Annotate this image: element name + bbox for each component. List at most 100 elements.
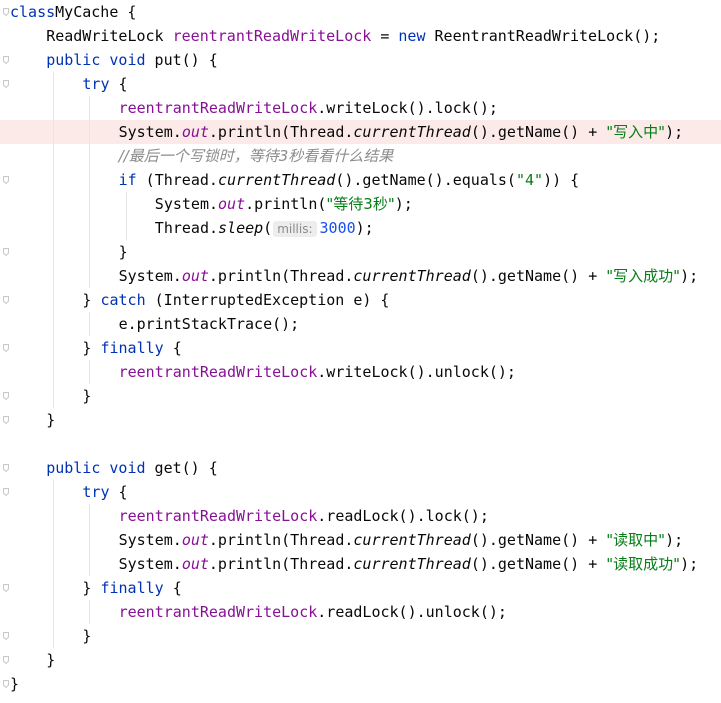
code-token: .writeLock().unlock(); xyxy=(317,363,516,381)
code-token: catch xyxy=(100,291,146,309)
fold-marker-icon[interactable] xyxy=(3,296,9,304)
fold-marker-icon[interactable] xyxy=(3,584,9,592)
indent-guide xyxy=(53,576,55,600)
code-line[interactable]: ReadWriteLock reentrantReadWriteLock = n… xyxy=(0,24,721,48)
indent-guide xyxy=(89,504,91,528)
code-token: void xyxy=(109,51,146,69)
code-line[interactable]: reentrantReadWriteLock.readLock().lock()… xyxy=(0,504,721,528)
indent-guide xyxy=(53,240,55,264)
code-token: sleep xyxy=(218,219,264,237)
code-token: out xyxy=(181,267,209,285)
indent-guide xyxy=(53,264,55,288)
fold-marker-icon[interactable] xyxy=(3,392,9,400)
code-token: reentrantReadWriteLock xyxy=(172,27,372,45)
code-line[interactable]: e.printStackTrace(); xyxy=(0,312,721,336)
code-line[interactable]: } xyxy=(0,408,721,432)
code-token: public xyxy=(46,459,101,477)
code-line[interactable]: try { xyxy=(0,480,721,504)
code-token: ReadWriteLock xyxy=(46,27,173,45)
code-token: "读取成功" xyxy=(606,555,681,573)
code-line[interactable]: reentrantReadWriteLock.writeLock().lock(… xyxy=(0,96,721,120)
code-line[interactable]: } catch (InterruptedException e) { xyxy=(0,288,721,312)
code-token: } xyxy=(82,291,101,309)
indent-guide xyxy=(53,480,55,504)
fold-marker-icon[interactable] xyxy=(3,344,9,352)
code-token: finally xyxy=(100,579,164,597)
code-token: currentThread xyxy=(217,171,336,189)
indent-guide xyxy=(89,168,91,192)
code-line[interactable]: reentrantReadWriteLock.readLock().unlock… xyxy=(0,600,721,624)
indent-guide xyxy=(53,288,55,312)
fold-marker-icon[interactable] xyxy=(3,56,9,64)
code-line[interactable]: } xyxy=(0,384,721,408)
fold-marker-icon[interactable] xyxy=(3,680,9,688)
code-token: ().getName() + xyxy=(470,555,607,573)
code-line[interactable]: } xyxy=(0,240,721,264)
code-line[interactable]: } finally { xyxy=(0,576,721,600)
code-token: finally xyxy=(100,339,164,357)
code-token: )) { xyxy=(543,171,580,189)
fold-marker-icon[interactable] xyxy=(3,248,9,256)
code-token: .writeLock().lock(); xyxy=(317,99,498,117)
code-line[interactable]: public void put() { xyxy=(0,48,721,72)
parameter-hint: millis: xyxy=(273,221,317,237)
fold-marker-icon[interactable] xyxy=(3,488,9,496)
indent-guide xyxy=(89,120,91,144)
code-token: out xyxy=(181,531,209,549)
code-line[interactable]: public void get() { xyxy=(0,456,721,480)
indent-guide xyxy=(89,96,91,120)
code-editor[interactable]: classMyCache {ReadWriteLock reentrantRea… xyxy=(0,0,721,703)
indent-guide xyxy=(53,360,55,384)
code-token: System. xyxy=(118,531,182,549)
fold-marker-icon[interactable] xyxy=(3,176,9,184)
code-line[interactable]: System.out.println("等待3秒"); xyxy=(0,192,721,216)
code-token: 3000 xyxy=(319,219,356,237)
indent-guide xyxy=(53,528,55,552)
indent-guide xyxy=(53,384,55,408)
indent-guide xyxy=(53,504,55,528)
code-token: } xyxy=(118,243,128,261)
fold-marker-icon[interactable] xyxy=(3,656,9,664)
code-line[interactable]: //最后一个写锁时，等待3秒看看什么结果 xyxy=(0,144,721,168)
code-text: } catch (InterruptedException e) { xyxy=(82,288,389,312)
code-token: "等待3秒" xyxy=(326,195,395,213)
code-line[interactable]: System.out.println(Thread.currentThread(… xyxy=(0,528,721,552)
code-token: e.printStackTrace(); xyxy=(118,315,300,333)
code-line[interactable]: if (Thread.currentThread().getName().equ… xyxy=(0,168,721,192)
code-token: try xyxy=(82,483,110,501)
code-text: } xyxy=(46,648,55,672)
code-line[interactable]: System.out.println(Thread.currentThread(… xyxy=(0,120,721,144)
code-token: = xyxy=(371,27,399,45)
indent-guide xyxy=(125,192,127,216)
code-line[interactable] xyxy=(0,432,721,456)
fold-marker-icon[interactable] xyxy=(3,464,9,472)
fold-marker-icon[interactable] xyxy=(3,80,9,88)
code-line[interactable]: reentrantReadWriteLock.writeLock().unloc… xyxy=(0,360,721,384)
indent-guide xyxy=(89,144,91,168)
code-token: out xyxy=(181,123,209,141)
code-line[interactable]: System.out.println(Thread.currentThread(… xyxy=(0,552,721,576)
code-token: reentrantReadWriteLock xyxy=(118,363,318,381)
code-line[interactable]: Thread.sleep(millis: 3000); xyxy=(0,216,721,240)
fold-marker-icon[interactable] xyxy=(3,416,9,424)
fold-marker-icon[interactable] xyxy=(3,632,9,640)
code-token: reentrantReadWriteLock xyxy=(118,507,318,525)
code-text: reentrantReadWriteLock.readLock().unlock… xyxy=(119,600,507,624)
code-line[interactable]: classMyCache { xyxy=(0,0,721,24)
code-line[interactable]: } xyxy=(0,648,721,672)
code-text: System.out.println("等待3秒"); xyxy=(155,192,413,216)
code-token: } xyxy=(82,579,101,597)
fold-marker-icon[interactable] xyxy=(3,8,9,16)
code-line[interactable]: } finally { xyxy=(0,336,721,360)
code-line[interactable]: System.out.println(Thread.currentThread(… xyxy=(0,264,721,288)
code-token: "读取中" xyxy=(606,531,666,549)
code-token: } xyxy=(82,627,92,645)
code-line[interactable]: try { xyxy=(0,72,721,96)
code-line[interactable]: } xyxy=(0,672,721,696)
code-text: reentrantReadWriteLock.readLock().lock()… xyxy=(119,504,489,528)
indent-guide xyxy=(53,216,55,240)
indent-guide xyxy=(89,240,91,264)
code-line[interactable]: } xyxy=(0,624,721,648)
code-token: "4" xyxy=(515,171,544,189)
code-token: ().getName() + xyxy=(470,531,607,549)
